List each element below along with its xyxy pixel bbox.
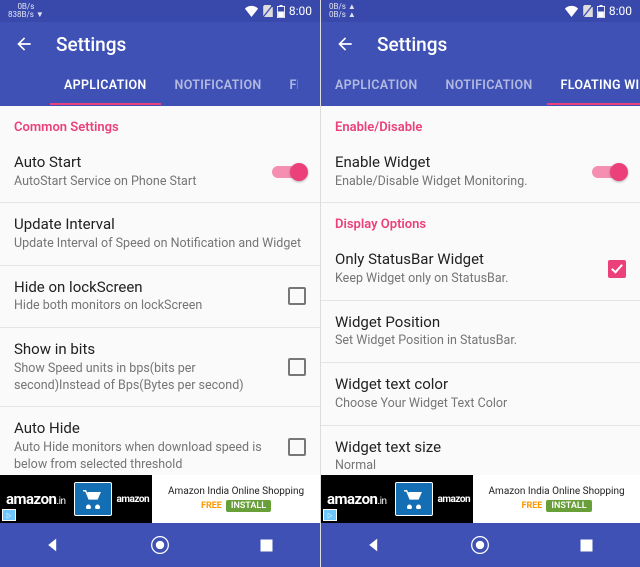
- section-header: Common Settings: [0, 106, 320, 141]
- section-header: Enable/Disable: [321, 106, 640, 141]
- nav-home-icon[interactable]: [469, 534, 491, 556]
- setting-show-bits[interactable]: Show in bitsShow Speed units in bps(bits…: [0, 328, 320, 407]
- app-bar: Settings: [0, 22, 320, 66]
- tab-application[interactable]: APPLICATION: [50, 65, 161, 105]
- ad-cta[interactable]: Amazon India Online Shopping FREEINSTALL: [152, 475, 320, 523]
- checkbox[interactable]: [288, 438, 306, 456]
- nav-recent-icon[interactable]: [256, 534, 278, 556]
- checkbox[interactable]: [288, 287, 306, 305]
- install-button[interactable]: INSTALL: [546, 500, 591, 512]
- nav-recent-icon[interactable]: [576, 534, 598, 556]
- app-bar: Settings: [321, 22, 640, 66]
- ad-banner[interactable]: ▷ amazon.in amazon Amazon India Online S…: [0, 475, 320, 523]
- ad-brand: amazon.in: [321, 490, 393, 508]
- cart-icon: [395, 482, 433, 516]
- back-icon[interactable]: [335, 34, 355, 54]
- status-bar: 0B/s838B/s ▼ 8:00: [0, 0, 320, 22]
- settings-list: Common Settings Auto StartAutoStart Serv…: [0, 106, 320, 523]
- status-time: 8:00: [289, 4, 312, 18]
- toggle-switch[interactable]: [592, 163, 626, 181]
- tab-notification[interactable]: NOTIFICATION: [432, 65, 547, 105]
- status-net: 0B/s838B/s ▼: [8, 3, 44, 19]
- tab-floating-widget[interactable]: FLOATING WIDGET: [547, 65, 640, 105]
- wifi-icon: [564, 5, 579, 17]
- toggle-switch[interactable]: [272, 163, 306, 181]
- setting-only-statusbar[interactable]: Only StatusBar WidgetKeep Widget only on…: [321, 238, 640, 300]
- checkbox[interactable]: [608, 260, 626, 278]
- tab-bar: APPLICATION NOTIFICATION FLOATING WIDGET: [321, 66, 640, 106]
- nav-home-icon[interactable]: [149, 534, 171, 556]
- tab-floating-widget[interactable]: FL: [276, 65, 298, 105]
- phone-left: 0B/s838B/s ▼ 8:00 Settings APPLICATION N…: [0, 0, 320, 567]
- battery-icon: [277, 5, 285, 18]
- checkbox[interactable]: [288, 358, 306, 376]
- setting-auto-hide[interactable]: Auto HideAuto Hide monitors when downloa…: [0, 407, 320, 485]
- ad-cta[interactable]: Amazon India Online Shopping FREEINSTALL: [473, 475, 640, 523]
- nav-bar: [0, 523, 320, 567]
- page-title: Settings: [56, 33, 126, 56]
- settings-list: Enable/Disable Enable WidgetEnable/Disab…: [321, 106, 640, 523]
- section-header: Display Options: [321, 203, 640, 238]
- page-title: Settings: [377, 33, 447, 56]
- status-bar: 0B/s ▲0B/s ▲ 8:00: [321, 0, 640, 22]
- nav-bar: [321, 523, 640, 567]
- nav-back-icon[interactable]: [42, 534, 64, 556]
- nav-back-icon[interactable]: [363, 534, 385, 556]
- setting-enable-widget[interactable]: Enable WidgetEnable/Disable Widget Monit…: [321, 141, 640, 203]
- tab-notification[interactable]: NOTIFICATION: [161, 65, 276, 105]
- setting-auto-start[interactable]: Auto StartAutoStart Service on Phone Sta…: [0, 141, 320, 203]
- back-icon[interactable]: [14, 34, 34, 54]
- tab-application[interactable]: APPLICATION: [321, 65, 432, 105]
- ad-choices-icon[interactable]: ▷: [323, 509, 337, 521]
- cart-icon: [74, 482, 112, 516]
- install-button[interactable]: INSTALL: [226, 500, 271, 512]
- ad-brand: amazon.in: [0, 490, 72, 508]
- ad-choices-icon[interactable]: ▷: [2, 509, 16, 521]
- wifi-icon: [244, 5, 259, 17]
- ad-brand: amazon: [435, 494, 474, 505]
- phone-right: 0B/s ▲0B/s ▲ 8:00 Settings APPLICATION N…: [320, 0, 640, 567]
- setting-hide-lockscreen[interactable]: Hide on lockScreenHide both monitors on …: [0, 266, 320, 328]
- status-time: 8:00: [609, 4, 632, 18]
- ad-brand: amazon: [114, 494, 153, 505]
- no-sim-icon: [263, 5, 273, 17]
- status-net: 0B/s ▲0B/s ▲: [329, 3, 356, 19]
- no-sim-icon: [583, 5, 593, 17]
- setting-widget-text-color[interactable]: Widget text colorChoose Your Widget Text…: [321, 363, 640, 425]
- setting-widget-position[interactable]: Widget PositionSet Widget Position in St…: [321, 301, 640, 363]
- setting-update-interval[interactable]: Update IntervalUpdate Interval of Speed …: [0, 203, 320, 265]
- battery-icon: [597, 5, 605, 18]
- tab-bar: APPLICATION NOTIFICATION FL: [0, 66, 320, 106]
- ad-banner[interactable]: ▷ amazon.in amazon Amazon India Online S…: [321, 475, 640, 523]
